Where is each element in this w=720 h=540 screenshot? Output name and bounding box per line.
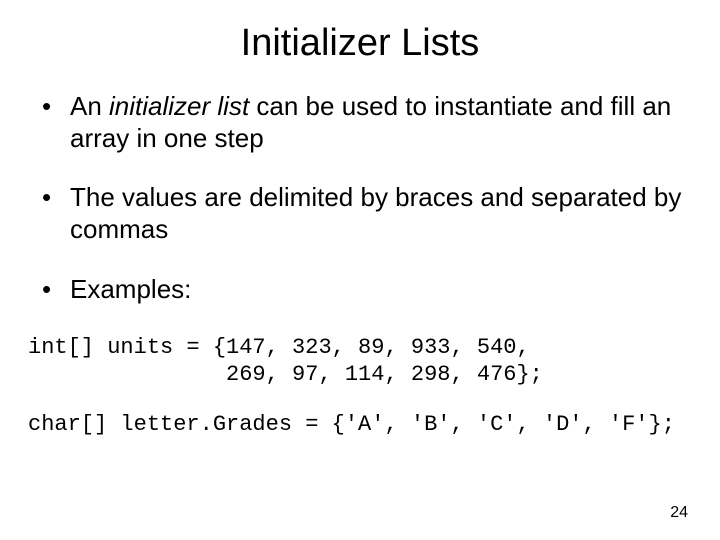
bullet-2-text: The values are delimited by braces and s… (70, 182, 681, 244)
code-example-units: int[] units = {147, 323, 89, 933, 540, 2… (28, 334, 692, 389)
bullet-item-1: An initializer list can be used to insta… (40, 91, 692, 154)
bullet-item-2: The values are delimited by braces and s… (40, 182, 692, 245)
code-line-2: 269, 97, 114, 298, 476}; (28, 362, 543, 387)
bullet-3-text: Examples: (70, 274, 191, 304)
slide-title: Initializer Lists (28, 22, 692, 65)
slide: Initializer Lists An initializer list ca… (0, 0, 720, 540)
code-example-lettergrades: char[] letter.Grades = {'A', 'B', 'C', '… (28, 411, 692, 439)
code-line-3: char[] letter.Grades = {'A', 'B', 'C', '… (28, 412, 675, 437)
bullet-1-text-pre: An (70, 91, 109, 121)
bullet-list: An initializer list can be used to insta… (40, 91, 692, 306)
page-number: 24 (670, 504, 688, 522)
bullet-1-italic: initializer list (109, 91, 249, 121)
code-line-1: int[] units = {147, 323, 89, 933, 540, (28, 335, 530, 360)
bullet-item-3: Examples: (40, 274, 692, 306)
